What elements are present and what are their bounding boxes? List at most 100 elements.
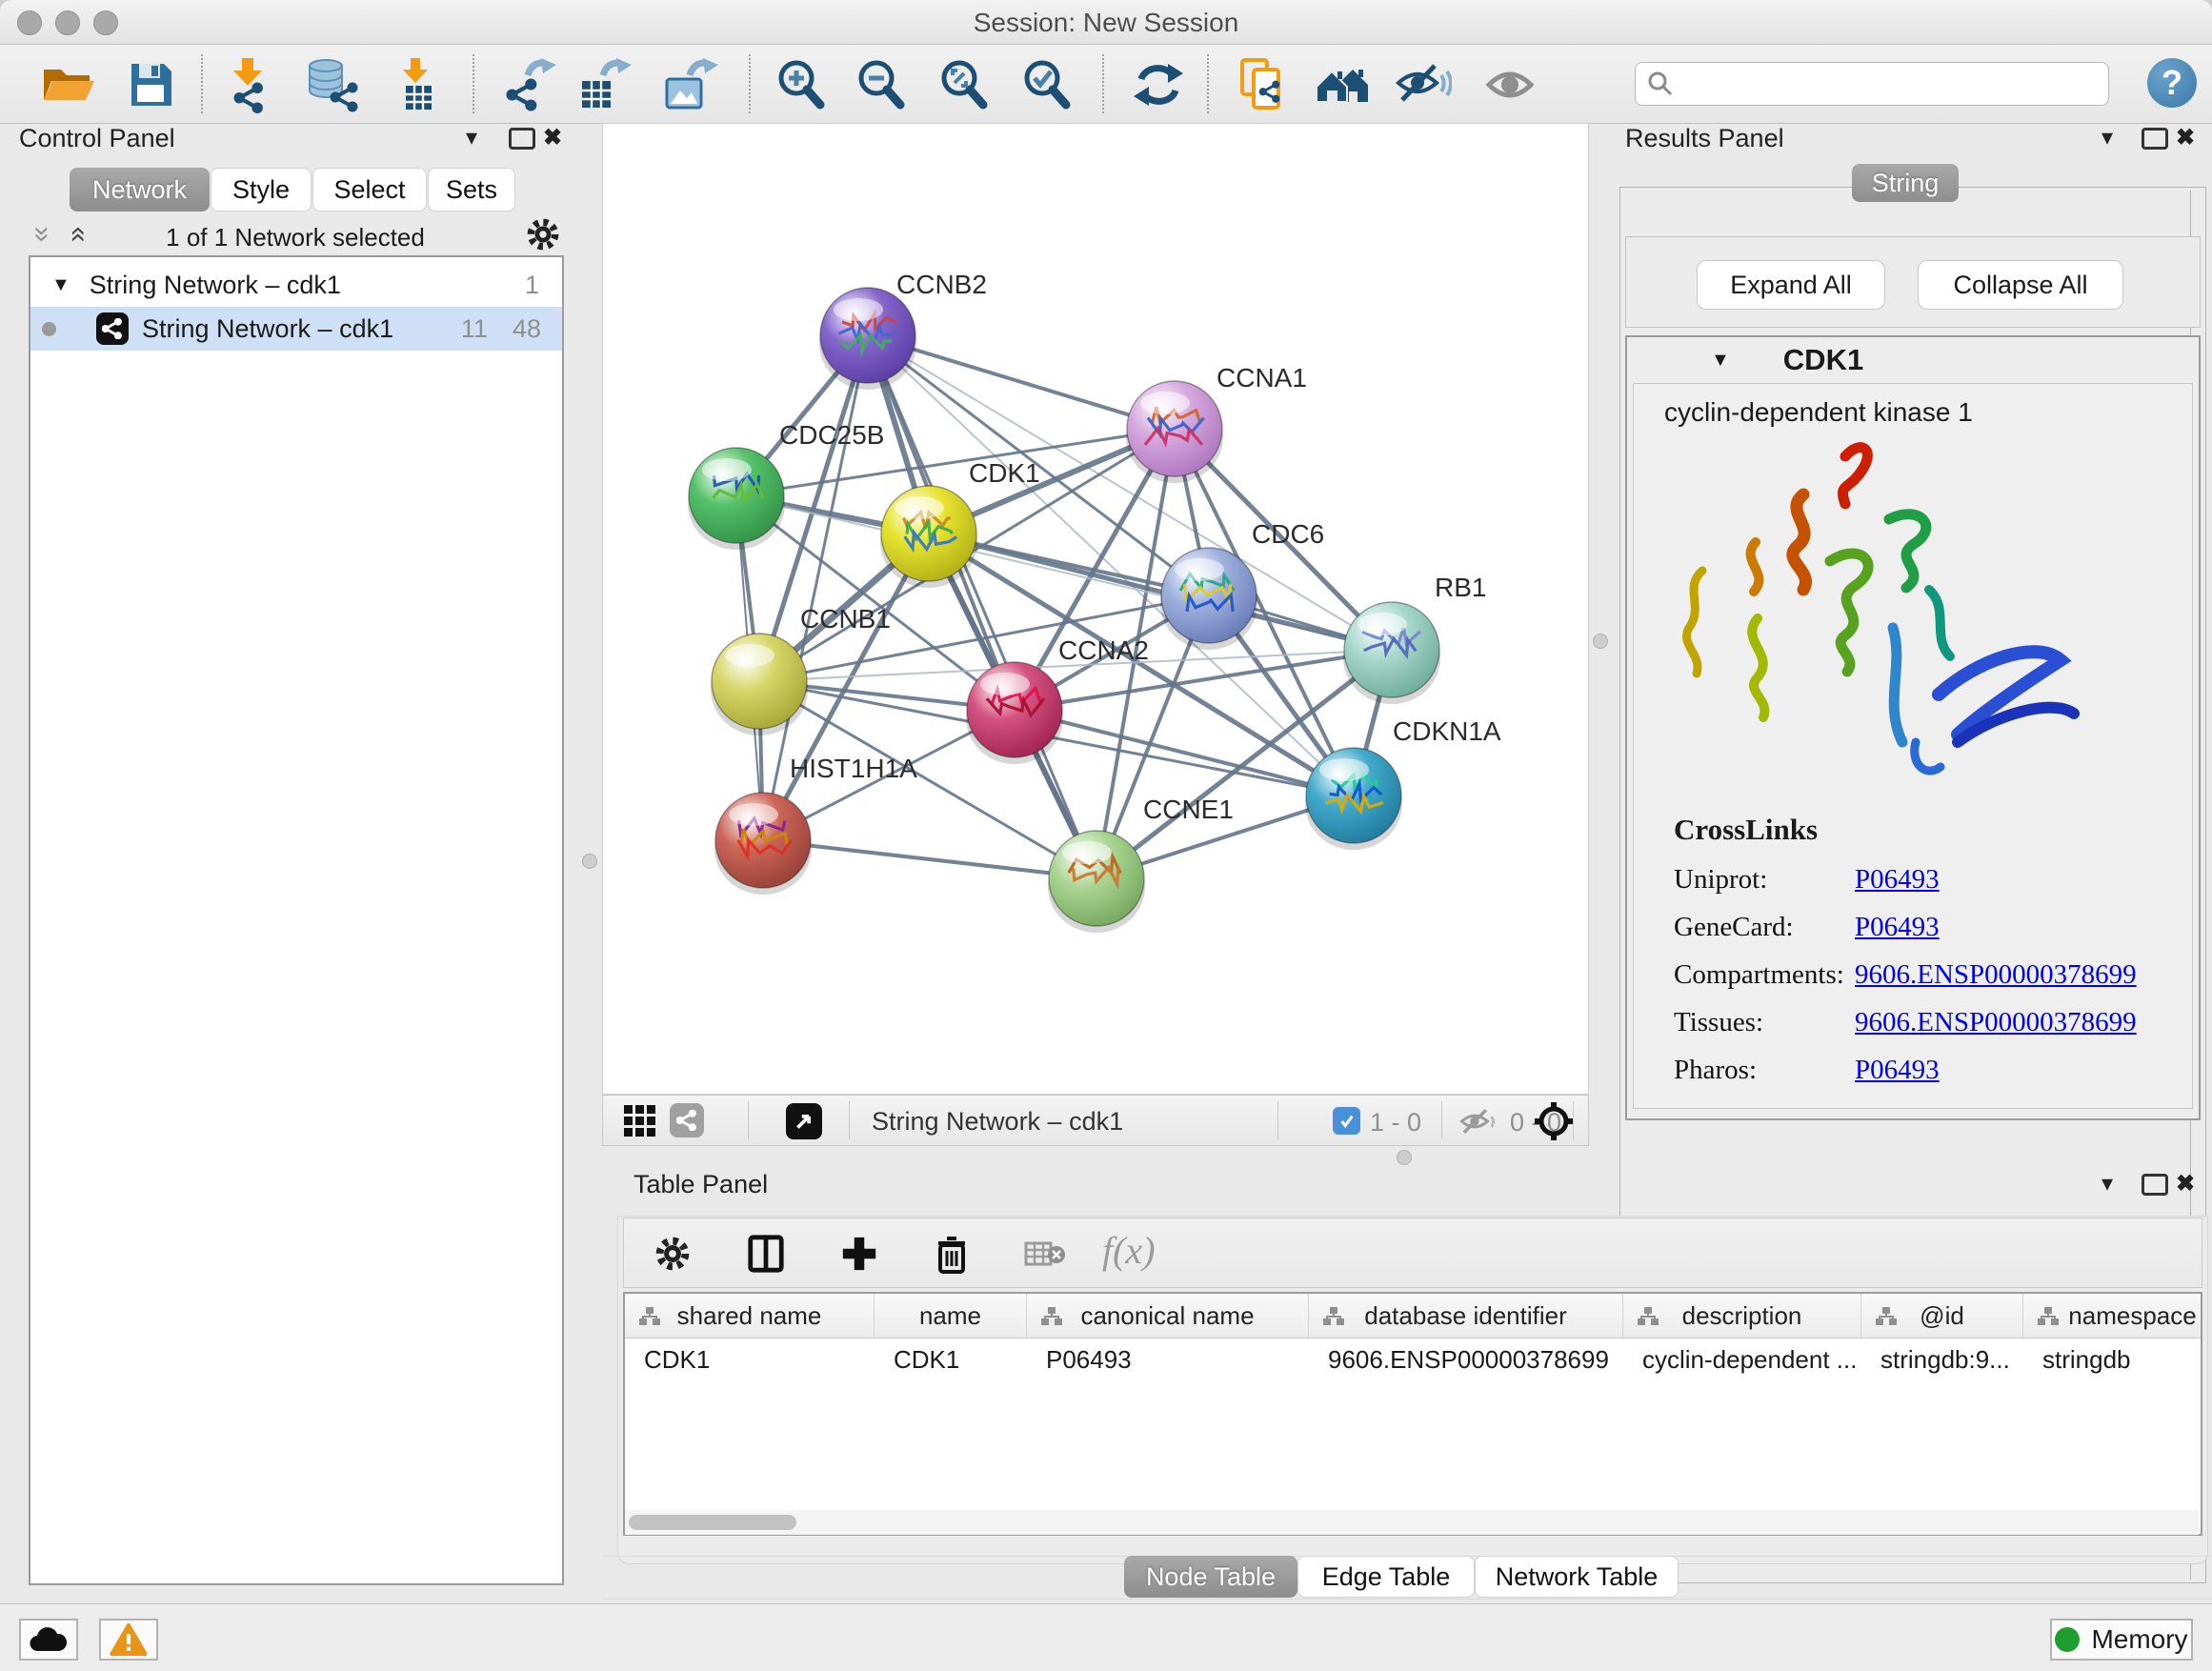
table-panel-close-icon[interactable]: ✖: [2176, 1170, 2195, 1198]
open-in-window-icon[interactable]: [786, 1103, 822, 1139]
network-edge[interactable]: [929, 534, 1392, 650]
zoom-out-button[interactable]: [853, 56, 910, 113]
table-cell[interactable]: CDK1: [875, 1339, 1027, 1380]
network-edge[interactable]: [868, 335, 1096, 878]
network-edge[interactable]: [763, 840, 1096, 878]
table-panel-menu-icon[interactable]: ▾: [2101, 1170, 2113, 1198]
table-cell[interactable]: stringdb: [2023, 1339, 2202, 1380]
column-header-name[interactable]: name: [875, 1294, 1027, 1338]
export-image-button[interactable]: [661, 56, 718, 113]
help-button[interactable]: ?: [2147, 58, 2197, 108]
crosslink-link[interactable]: P06493: [1855, 864, 1940, 896]
network-node-CDK1[interactable]: CDK1: [880, 458, 1040, 588]
first-neighbors-button[interactable]: [1315, 56, 1372, 113]
zoom-in-button[interactable]: [773, 56, 830, 113]
collapse-all-button[interactable]: Collapse All: [1918, 260, 2123, 310]
table-panel-float-icon[interactable]: [2142, 1174, 2168, 1196]
import-table-file-button[interactable]: [387, 56, 444, 113]
network-node-CCNB1[interactable]: CCNB1: [711, 604, 891, 735]
results-panel-close-icon[interactable]: ✖: [2176, 124, 2195, 151]
bottom-splitter-handle[interactable]: [1397, 1150, 1412, 1165]
search-input[interactable]: [1674, 69, 2078, 100]
import-network-file-button[interactable]: [219, 56, 276, 113]
tab-style[interactable]: Style: [211, 168, 312, 211]
search-field[interactable]: [1635, 62, 2109, 106]
tab-network-table[interactable]: Network Table: [1475, 1556, 1679, 1598]
network-node-CCNB2[interactable]: CCNB2: [819, 270, 987, 390]
delete-column-trash-icon[interactable]: [931, 1232, 973, 1276]
tab-sets[interactable]: Sets: [428, 168, 515, 211]
table-horizontal-scrollbar[interactable]: [625, 1510, 2199, 1535]
memory-button[interactable]: Memory: [2050, 1619, 2193, 1661]
control-panel-float-icon[interactable]: [509, 128, 535, 150]
network-node-CDKN1A[interactable]: CDKN1A: [1305, 716, 1501, 850]
network-node-CCNE1[interactable]: CCNE1: [1048, 795, 1234, 933]
network-node-HIST1H1A[interactable]: HIST1H1A: [714, 754, 917, 895]
table-cell[interactable]: CDK1: [625, 1339, 875, 1380]
column-header-namespace[interactable]: namespace: [2023, 1294, 2202, 1338]
network-options-gear-icon[interactable]: [526, 217, 560, 252]
import-network-database-button[interactable]: [302, 56, 359, 113]
expand-all-networks-icon[interactable]: »: [32, 227, 51, 243]
crosslink-link[interactable]: P06493: [1855, 912, 1940, 943]
zoom-fit-button[interactable]: [935, 56, 993, 113]
crosslink-link[interactable]: P06493: [1855, 1055, 1940, 1086]
table-options-gear-icon[interactable]: [654, 1236, 691, 1272]
fit-selected-crosshair-icon[interactable]: [1533, 1100, 1575, 1142]
open-session-button[interactable]: [38, 56, 95, 113]
crosslink-link[interactable]: 9606.ENSP00000378699: [1855, 1007, 2137, 1038]
column-header-shared-name[interactable]: shared name: [625, 1294, 875, 1338]
save-session-button[interactable]: [122, 56, 179, 113]
delete-table-icon[interactable]: [1024, 1239, 1066, 1270]
create-column-plus-icon[interactable]: [839, 1234, 879, 1274]
network-collection-row[interactable]: ▼ String Network – cdk1 1: [30, 263, 562, 307]
column-header--id[interactable]: @id: [1861, 1294, 2023, 1338]
gene-collapse-triangle-icon[interactable]: ▼: [1711, 350, 1730, 372]
results-panel-float-icon[interactable]: [2142, 128, 2168, 150]
table-row[interactable]: CDK1CDK1P064939606.ENSP00000378699cyclin…: [625, 1339, 2201, 1380]
crosslink-link[interactable]: 9606.ENSP00000378699: [1855, 959, 2137, 991]
results-panel-menu-icon[interactable]: ▾: [2101, 124, 2113, 151]
cloud-status-button[interactable]: [19, 1619, 78, 1661]
network-overview-icon[interactable]: [670, 1103, 704, 1137]
show-all-icon[interactable]: [1483, 56, 1540, 113]
collapse-triangle-icon[interactable]: ▼: [51, 274, 70, 296]
warning-status-button[interactable]: [99, 1619, 158, 1661]
network-node-CCNA1[interactable]: CCNA1: [1126, 363, 1307, 483]
zoom-selected-button[interactable]: [1018, 56, 1076, 113]
left-splitter-handle[interactable]: [582, 854, 597, 869]
control-panel-close-icon[interactable]: ✖: [543, 124, 562, 151]
tab-select[interactable]: Select: [312, 168, 427, 211]
show-columns-icon[interactable]: [746, 1234, 786, 1274]
network-row-selected[interactable]: String Network – cdk1 11 48: [30, 307, 562, 351]
column-header-canonical-name[interactable]: canonical name: [1027, 1294, 1309, 1338]
gene-section-header[interactable]: ▼ CDK1: [1627, 337, 2199, 383]
column-header-description[interactable]: description: [1623, 1294, 1861, 1338]
scrollbar-thumb[interactable]: [629, 1515, 796, 1530]
tab-node-table[interactable]: Node Table: [1124, 1556, 1297, 1598]
tab-string[interactable]: String: [1852, 164, 1959, 202]
birds-eye-grid-icon[interactable]: [624, 1105, 655, 1137]
network-node-RB1[interactable]: RB1: [1343, 573, 1486, 704]
network-node-CDC6[interactable]: CDC6: [1160, 519, 1324, 650]
table-cell[interactable]: 9606.ENSP00000378699: [1309, 1339, 1623, 1380]
expand-all-button[interactable]: Expand All: [1697, 260, 1885, 310]
hide-selected-icon[interactable]: [1395, 56, 1452, 113]
right-splitter-handle[interactable]: [1593, 634, 1608, 649]
selected-checkbox-icon[interactable]: [1333, 1107, 1360, 1135]
network-canvas[interactable]: CCNB2CCNA1CDC25BCDK1CDC6RB1CCNB1CCNA2CDK…: [602, 123, 1589, 1095]
column-header-database-identifier[interactable]: database identifier: [1309, 1294, 1623, 1338]
export-network-button[interactable]: [499, 56, 556, 113]
refresh-button[interactable]: [1130, 56, 1187, 113]
tab-network[interactable]: Network: [70, 168, 210, 211]
table-cell[interactable]: P06493: [1027, 1339, 1309, 1380]
table-cell[interactable]: cyclin-dependent ...: [1623, 1339, 1861, 1380]
collapse-all-networks-icon[interactable]: »: [67, 227, 86, 243]
copy-network-button[interactable]: [1235, 56, 1292, 113]
tab-edge-table[interactable]: Edge Table: [1297, 1556, 1475, 1598]
function-builder-icon[interactable]: f(x): [1102, 1228, 1156, 1273]
table-cell[interactable]: stringdb:9...: [1861, 1339, 2023, 1380]
network-node-CDC25B[interactable]: CDC25B: [688, 420, 884, 550]
export-table-button[interactable]: [574, 56, 632, 113]
control-panel-menu-icon[interactable]: ▾: [466, 124, 477, 151]
